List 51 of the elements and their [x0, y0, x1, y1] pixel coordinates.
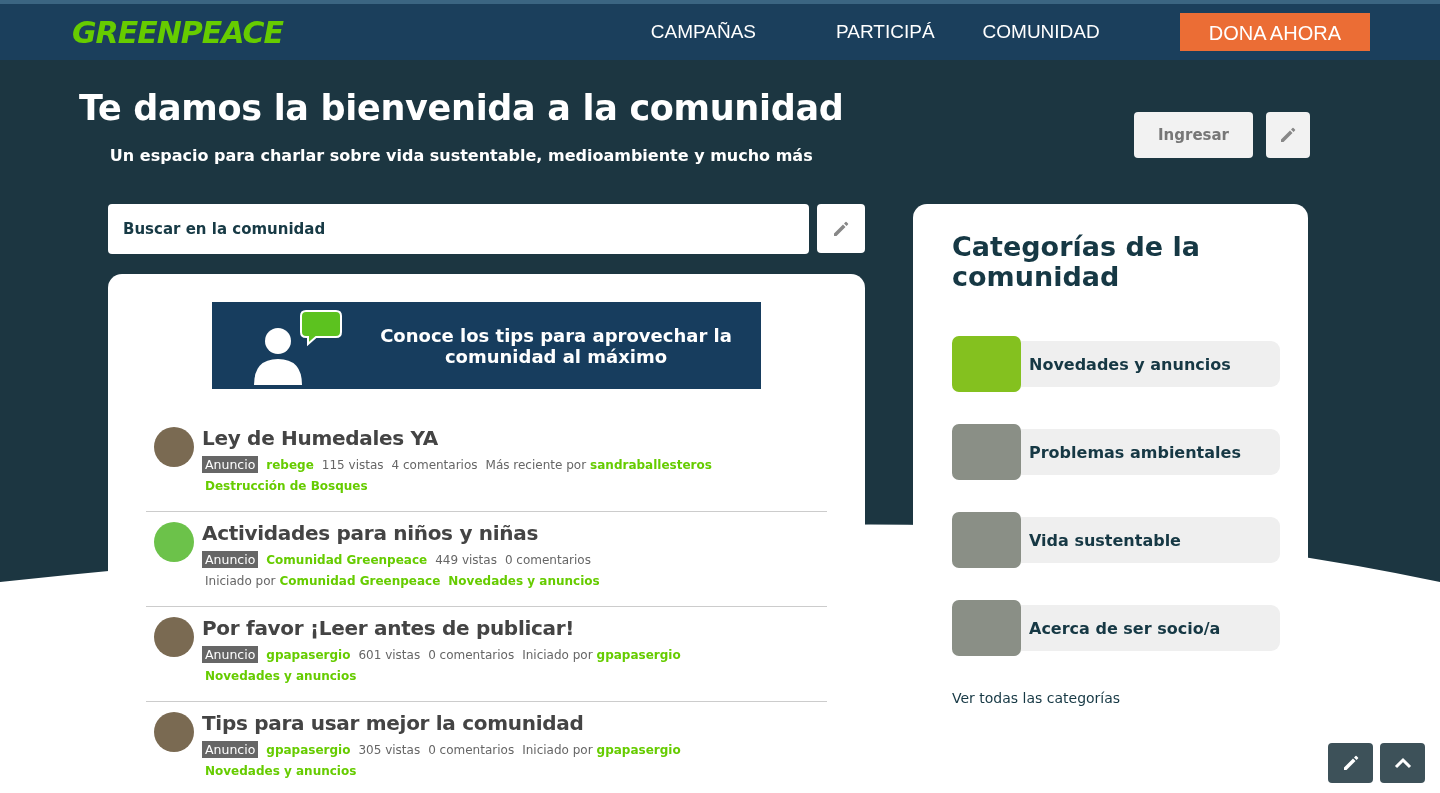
meta-text: 305 vistas: [358, 742, 421, 757]
logo[interactable]: GREENPEACE: [72, 14, 284, 50]
category-link[interactable]: Problemas ambientales: [1019, 429, 1280, 475]
category-link[interactable]: Acerca de ser socio/a: [1019, 605, 1280, 651]
nav-link[interactable]: PARTICIPÁ: [836, 21, 935, 43]
meta-text: 115 vistas: [321, 457, 384, 472]
categories-title: Categorías de la comunidad: [952, 232, 1201, 292]
avatar: [154, 617, 194, 657]
page-title: Te damos la bienvenida a la comunidad: [79, 88, 844, 128]
photo-placeholder: [952, 600, 1021, 656]
scroll-top-button[interactable]: [1380, 743, 1425, 783]
meta-text: Iniciado por: [522, 647, 593, 662]
announcement-tag: Anuncio: [202, 551, 259, 568]
page-subtitle: Un espacio para charlar sobre vida sustentable, medioambiente y mucho más: [109, 146, 813, 165]
login-button[interactable]: Ingresar: [1134, 112, 1253, 158]
announcement-tag: Anuncio: [202, 456, 259, 473]
edit-button[interactable]: [1328, 743, 1373, 783]
search-field[interactable]: Buscar en la comunidad: [108, 204, 809, 254]
edit-button[interactable]: [817, 204, 865, 253]
avatar: [154, 427, 194, 467]
topic-title[interactable]: Actividades para niños y niñas: [202, 520, 538, 546]
category-link[interactable]: Vida sustentable: [1019, 517, 1280, 563]
topic-title[interactable]: Por favor ¡Leer antes de publicar!: [202, 615, 575, 641]
announcement-tag: Anuncio: [202, 646, 259, 663]
topic-title[interactable]: Ley de Humedales YA: [202, 425, 438, 451]
tips-banner[interactable]: Conoce los tips para aprovechar la comunidad al máximo: [212, 302, 761, 389]
meta-text: 0 comentarios: [504, 552, 591, 567]
nav-link[interactable]: COMUNIDAD: [982, 21, 1100, 43]
all-categories-link[interactable]: Ver todas las categorías: [952, 690, 1121, 706]
banner-text: Conoce los tips para aprovechar la comunidad al máximo: [379, 324, 733, 367]
meta-text: 0 comentarios: [428, 647, 515, 662]
avatar: [154, 522, 194, 562]
chevron-up-icon: [1393, 757, 1412, 769]
meta-text: 4 comentarios: [391, 457, 478, 472]
photo-placeholder: [952, 512, 1021, 568]
avatar: [154, 712, 194, 752]
meta-text: Iniciado por: [522, 742, 593, 757]
category-link[interactable]: Novedades y anuncios: [1019, 341, 1280, 387]
meta-text: 449 vistas: [435, 552, 497, 567]
meta-text: 601 vistas: [358, 647, 421, 662]
nav-link[interactable]: CAMPAÑAS: [650, 21, 756, 43]
meta-text: 0 comentarios: [428, 742, 515, 757]
logo-thumbnail: [952, 336, 1021, 392]
topic-title[interactable]: Tips para usar mejor la comunidad: [202, 710, 584, 736]
donate-button[interactable]: DONA AHORA: [1179, 13, 1370, 51]
pencil-icon: [1278, 125, 1298, 145]
meta-text: Iniciado por: [205, 574, 276, 588]
meta-text: Más reciente por: [485, 457, 587, 472]
photo-placeholder: [952, 424, 1021, 480]
edit-button[interactable]: [1266, 112, 1310, 158]
announcement-tag: Anuncio: [202, 741, 259, 758]
